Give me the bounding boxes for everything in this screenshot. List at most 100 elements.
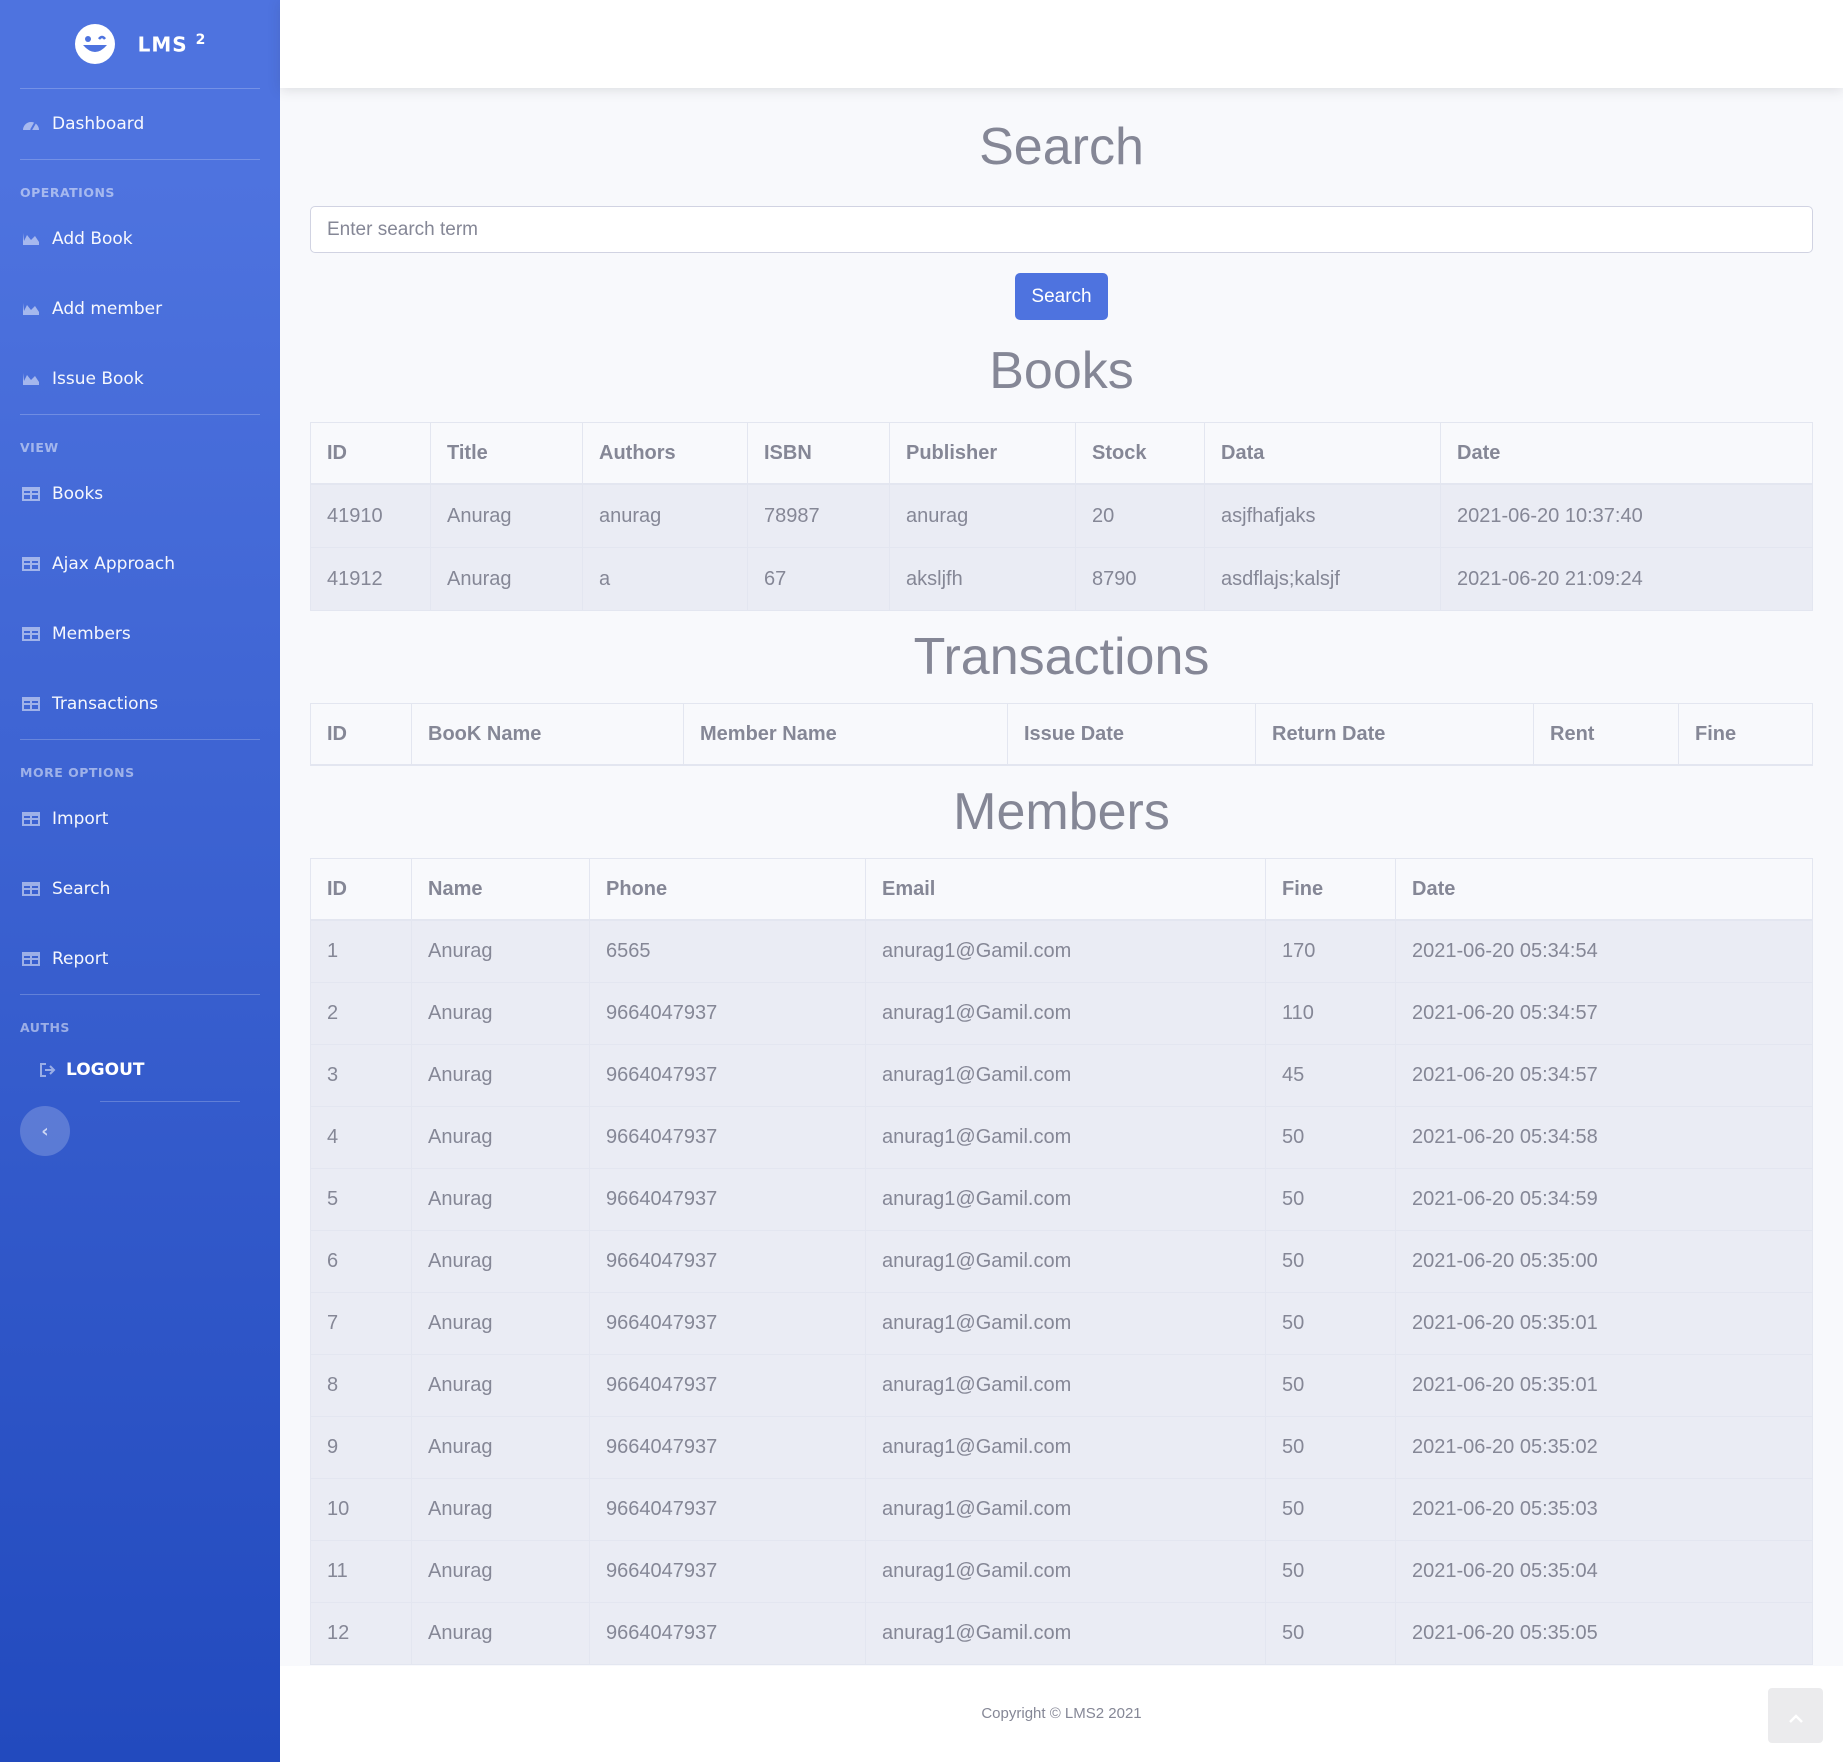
table-cell: 50 <box>1265 1602 1396 1665</box>
table-cell: 50 <box>1265 1540 1396 1603</box>
table-cell: 170 <box>1265 919 1396 983</box>
copyright-text: Copyright © LMS2 2021 <box>981 1705 1142 1722</box>
sidebar-item-search[interactable]: Search <box>0 854 280 924</box>
scroll-to-top-button[interactable] <box>1768 1688 1823 1743</box>
column-header: Date <box>1395 858 1813 921</box>
table-cell: 2021-06-20 10:37:40 <box>1440 483 1813 548</box>
table-cell: Anurag <box>411 1230 590 1293</box>
transactions-table: ID BooK Name Member Name Issue Date Retu… <box>310 703 1813 766</box>
sidebar-item-label: Add Book <box>52 229 133 249</box>
column-header: ID <box>310 422 431 485</box>
search-button[interactable]: Search <box>1015 273 1108 320</box>
sidebar-item-books[interactable]: Books <box>0 459 280 529</box>
column-header: ID <box>310 703 412 766</box>
table-cell: Anurag <box>411 1354 590 1417</box>
chart-area-icon <box>20 302 42 316</box>
table-cell: 5 <box>310 1168 412 1231</box>
sign-out-icon <box>40 1063 56 1077</box>
column-header: Authors <box>582 422 748 485</box>
sidebar-item-label: Issue Book <box>52 369 144 389</box>
table-row: 41912 Anurag a 67 aksljfh 8790 asdflajs;… <box>310 547 1813 611</box>
table-cell: anurag1@Gamil.com <box>865 1602 1266 1665</box>
table-cell: anurag1@Gamil.com <box>865 1044 1266 1107</box>
sidebar-item-label: Members <box>52 624 131 644</box>
sidebar-item-add-member[interactable]: Add member <box>0 274 280 344</box>
sidebar-item-label: Search <box>52 879 111 899</box>
table-cell: Anurag <box>411 1106 590 1169</box>
table-icon <box>20 627 42 641</box>
table-cell: 50 <box>1265 1230 1396 1293</box>
table-cell: anurag1@Gamil.com <box>865 1540 1266 1603</box>
brand-name: LMS 2 <box>137 31 207 57</box>
books-title: Books <box>989 342 1134 400</box>
table-cell: 2021-06-20 05:34:57 <box>1395 982 1813 1045</box>
table-cell: 2021-06-20 05:34:58 <box>1395 1106 1813 1169</box>
table-cell: 50 <box>1265 1106 1396 1169</box>
tachometer-icon <box>20 117 42 131</box>
table-cell: 2021-06-20 05:34:54 <box>1395 919 1813 983</box>
sidebar-item-issue-book[interactable]: Issue Book <box>0 344 280 414</box>
sidebar-heading-more-options: MORE OPTIONS <box>20 765 135 780</box>
table-cell: Anurag <box>411 1168 590 1231</box>
sidebar-item-label: Report <box>52 949 109 969</box>
sidebar-heading-operations: OPERATIONS <box>20 185 115 200</box>
table-header-row: ID Title Authors ISBN Publisher Stock Da… <box>310 422 1813 485</box>
column-header: Phone <box>589 858 866 921</box>
table-cell: a <box>582 547 748 611</box>
sidebar-item-label: Books <box>52 484 104 504</box>
table-cell: anurag1@Gamil.com <box>865 1230 1266 1293</box>
table-icon <box>20 952 42 966</box>
search-input[interactable] <box>310 206 1813 253</box>
sidebar-item-members[interactable]: Members <box>0 599 280 669</box>
table-cell: 20 <box>1075 483 1205 548</box>
table-cell: anurag1@Gamil.com <box>865 982 1266 1045</box>
sidebar-item-import[interactable]: Import <box>0 784 280 854</box>
table-cell: 78987 <box>747 483 890 548</box>
column-header: ID <box>310 858 412 921</box>
table-icon <box>20 487 42 501</box>
table-cell: Anurag <box>411 1540 590 1603</box>
table-cell: 9664047937 <box>589 1230 866 1293</box>
table-row: 9 Anurag 9664047937 anurag1@Gamil.com 50 2021… <box>310 1416 1813 1479</box>
books-table: ID Title Authors ISBN Publisher Stock Da… <box>310 422 1813 611</box>
table-cell: 41910 <box>310 483 431 548</box>
members-table-body: 1 Anurag 6565 anurag1@Gamil.com 170 2021-06-2… <box>310 919 1813 1665</box>
table-cell: Anurag <box>430 483 583 548</box>
sidebar-item-report[interactable]: Report <box>0 924 280 994</box>
table-cell: 12 <box>310 1602 412 1665</box>
column-header: Stock <box>1075 422 1205 485</box>
table-cell: Anurag <box>411 1602 590 1665</box>
search-title: Search <box>979 118 1144 176</box>
table-cell: 11 <box>310 1540 412 1603</box>
sidebar-item-transactions[interactable]: Transactions <box>0 669 280 739</box>
table-row: 6 Anurag 9664047937 anurag1@Gamil.com 50 2021… <box>310 1230 1813 1293</box>
sidebar-toggle-button[interactable]: ‹ <box>20 1106 70 1156</box>
table-cell: 10 <box>310 1478 412 1541</box>
table-cell: Anurag <box>411 1292 590 1355</box>
sidebar-item-add-book[interactable]: Add Book <box>0 204 280 274</box>
sidebar-item-ajax-approach[interactable]: Ajax Approach <box>0 529 280 599</box>
logout-link[interactable]: LOGOUT <box>0 1039 280 1101</box>
sidebar-item-label: Ajax Approach <box>52 554 176 574</box>
table-cell: Anurag <box>411 1416 590 1479</box>
footer: Copyright © LMS2 2021 <box>280 1666 1843 1762</box>
table-cell: 9664047937 <box>589 1292 866 1355</box>
column-header: Email <box>865 858 1266 921</box>
brand-link[interactable]: LMS 2 <box>0 0 280 88</box>
table-header-row: ID Name Phone Email Fine Date <box>310 858 1813 921</box>
table-cell: anurag1@Gamil.com <box>865 1478 1266 1541</box>
column-header: Fine <box>1678 703 1813 766</box>
sidebar-item-dashboard[interactable]: Dashboard <box>0 89 280 159</box>
main-content: Search Search Books ID Title Authors ISB… <box>310 88 1813 1665</box>
table-cell: anurag1@Gamil.com <box>865 1354 1266 1417</box>
table-cell: 9664047937 <box>589 1540 866 1603</box>
table-cell: 2021-06-20 05:35:04 <box>1395 1540 1813 1603</box>
table-cell: anurag1@Gamil.com <box>865 1416 1266 1479</box>
table-row: 12 Anurag 9664047937 anurag1@Gamil.com 50 202… <box>310 1602 1813 1665</box>
table-cell: 8 <box>310 1354 412 1417</box>
sidebar-divider <box>100 1101 240 1102</box>
table-cell: 2 <box>310 982 412 1045</box>
table-cell: 50 <box>1265 1478 1396 1541</box>
table-cell: 1 <box>310 919 412 983</box>
members-table: ID Name Phone Email Fine Date 1 Anurag 656… <box>310 858 1813 1665</box>
